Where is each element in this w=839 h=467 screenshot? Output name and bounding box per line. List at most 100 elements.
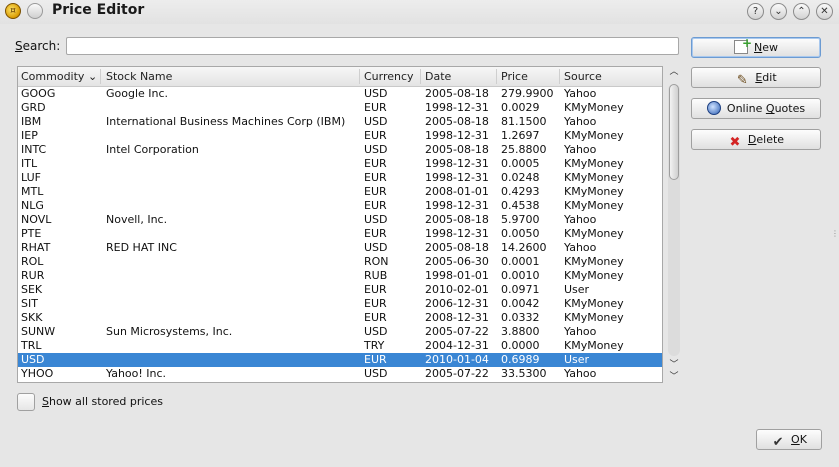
- cell-source: KMyMoney: [564, 255, 624, 268]
- vertical-scrollbar[interactable]: ︿ ﹀ ﹀: [667, 66, 681, 383]
- cell-source: KMyMoney: [564, 339, 624, 352]
- table-row[interactable]: SKK EUR 2008-12-31 0.0332 KMyMoney: [18, 311, 662, 325]
- maximize-button[interactable]: ⌃: [793, 3, 810, 20]
- app-icon[interactable]: ¤: [5, 3, 21, 19]
- column-header-commodity[interactable]: Commodity ⌄: [21, 70, 97, 83]
- cell-price: 0.0042: [501, 297, 540, 310]
- cell-currency: EUR: [364, 227, 387, 240]
- close-button[interactable]: ✕: [816, 3, 833, 20]
- online-quotes-button[interactable]: Online Quotes: [691, 98, 821, 119]
- ok-button[interactable]: ✔ OK: [756, 429, 822, 450]
- table-row[interactable]: NOVL Novell, Inc. USD 2005-08-18 5.9700 Yahoo: [18, 213, 662, 227]
- cell-price: 25.8800: [501, 143, 547, 156]
- cell-currency: RUB: [364, 269, 388, 282]
- cell-source: KMyMoney: [564, 227, 624, 240]
- cell-source: Yahoo: [564, 367, 597, 380]
- table-row[interactable]: ITL EUR 1998-12-31 0.0005 KMyMoney: [18, 157, 662, 171]
- cell-commodity: LUF: [21, 171, 41, 184]
- column-header-source[interactable]: Source: [564, 70, 602, 83]
- table-row[interactable]: TRL TRY 2004-12-31 0.0000 KMyMoney: [18, 339, 662, 353]
- cell-currency: EUR: [364, 311, 387, 324]
- price-table[interactable]: Commodity ⌄ Stock Name Currency Date Pri…: [17, 66, 663, 383]
- edit-button[interactable]: ✎ Edit: [691, 67, 821, 88]
- column-header-currency[interactable]: Currency: [364, 70, 414, 83]
- table-row[interactable]: RUR RUB 1998-01-01 0.0010 KMyMoney: [18, 269, 662, 283]
- cell-stock-name: Sun Microsystems, Inc.: [106, 325, 233, 338]
- cell-price: 0.0971: [501, 283, 540, 296]
- search-input[interactable]: [66, 37, 679, 55]
- table-header: Commodity ⌄ Stock Name Currency Date Pri…: [18, 67, 662, 87]
- cell-price: 0.4538: [501, 199, 540, 212]
- help-button[interactable]: ?: [747, 3, 764, 20]
- new-button[interactable]: New: [691, 34, 821, 58]
- table-row[interactable]: NLG EUR 1998-12-31 0.4538 KMyMoney: [18, 199, 662, 213]
- cell-commodity: IBM: [21, 115, 42, 128]
- cell-price: 0.0000: [501, 339, 540, 352]
- scroll-down-icon-2[interactable]: ﹀: [667, 371, 681, 383]
- table-row[interactable]: PTE EUR 1998-12-31 0.0050 KMyMoney: [18, 227, 662, 241]
- cell-commodity: TRL: [21, 339, 42, 352]
- table-row[interactable]: ROL RON 2005-06-30 0.0001 KMyMoney: [18, 255, 662, 269]
- resize-grip-icon[interactable]: ⋮: [831, 229, 839, 238]
- scroll-track[interactable]: [668, 84, 680, 356]
- table-body: GOOG Google Inc. USD 2005-08-18 279.9900 Yaho…: [18, 87, 662, 381]
- delete-button[interactable]: ✖ Delete: [691, 129, 821, 150]
- cell-commodity: ROL: [21, 255, 44, 268]
- table-row[interactable]: SUNW Sun Microsystems, Inc. USD 2005-07-22 3…: [18, 325, 662, 339]
- table-row[interactable]: YHOO Yahoo! Inc. USD 2005-07-22 33.5300 Yahoo: [18, 367, 662, 381]
- table-row[interactable]: GOOG Google Inc. USD 2005-08-18 279.9900 Yaho…: [18, 87, 662, 101]
- table-row[interactable]: RHAT RED HAT INC USD 2005-08-18 14.2600 Yahoo: [18, 241, 662, 255]
- column-header-stock-name[interactable]: Stock Name: [106, 70, 172, 83]
- table-row[interactable]: IEP EUR 1998-12-31 1.2697 KMyMoney: [18, 129, 662, 143]
- cell-source: KMyMoney: [564, 297, 624, 310]
- show-all-prices-label[interactable]: Show all stored prices: [42, 395, 163, 408]
- cell-currency: EUR: [364, 283, 387, 296]
- on-all-desktops-button[interactable]: [27, 3, 43, 19]
- cell-currency: EUR: [364, 101, 387, 114]
- column-header-date[interactable]: Date: [425, 70, 451, 83]
- cell-price: 1.2697: [501, 129, 540, 142]
- search-label: Search:: [15, 39, 61, 53]
- cell-commodity: NLG: [21, 199, 44, 212]
- cell-date: 1998-12-31: [425, 129, 489, 142]
- cell-source: KMyMoney: [564, 199, 624, 212]
- cell-date: 2010-02-01: [425, 283, 489, 296]
- cell-source: KMyMoney: [564, 269, 624, 282]
- column-header-price[interactable]: Price: [501, 70, 528, 83]
- table-row-selected[interactable]: USD EUR 2010-01-04 0.6989 User: [18, 353, 662, 367]
- cell-date: 1998-12-31: [425, 101, 489, 114]
- cell-currency: EUR: [364, 353, 387, 366]
- cell-currency: EUR: [364, 157, 387, 170]
- scroll-thumb[interactable]: [669, 84, 679, 180]
- cell-source: Yahoo: [564, 241, 597, 254]
- table-row[interactable]: GRD EUR 1998-12-31 0.0029 KMyMoney: [18, 101, 662, 115]
- cell-currency: USD: [364, 325, 388, 338]
- table-row[interactable]: IBM International Business Machines Corp …: [18, 115, 662, 129]
- scroll-up-icon[interactable]: ︿: [667, 66, 681, 78]
- table-row[interactable]: SEK EUR 2010-02-01 0.0971 User: [18, 283, 662, 297]
- show-all-prices-checkbox[interactable]: [17, 393, 35, 411]
- table-row[interactable]: LUF EUR 1998-12-31 0.0248 KMyMoney: [18, 171, 662, 185]
- cell-commodity: PTE: [21, 227, 42, 240]
- delete-x-icon: ✖: [729, 135, 741, 150]
- cell-commodity: RUR: [21, 269, 45, 282]
- cell-source: Yahoo: [564, 115, 597, 128]
- table-row[interactable]: SIT EUR 2006-12-31 0.0042 KMyMoney: [18, 297, 662, 311]
- cell-commodity: YHOO: [21, 367, 54, 380]
- cell-commodity: IEP: [21, 129, 38, 142]
- window-title: Price Editor: [52, 2, 145, 18]
- cell-currency: USD: [364, 87, 388, 100]
- cell-commodity: GOOG: [21, 87, 56, 100]
- cell-date: 2008-12-31: [425, 311, 489, 324]
- checkmark-icon: ✔: [772, 435, 784, 450]
- cell-date: 2005-06-30: [425, 255, 489, 268]
- cell-date: 2006-12-31: [425, 297, 489, 310]
- cell-currency: USD: [364, 213, 388, 226]
- cell-price: 5.9700: [501, 213, 540, 226]
- table-row[interactable]: INTC Intel Corporation USD 2005-08-18 25.880…: [18, 143, 662, 157]
- table-row[interactable]: MTL EUR 2008-01-01 0.4293 KMyMoney: [18, 185, 662, 199]
- scroll-down-icon[interactable]: ﹀: [667, 359, 681, 371]
- minimize-button[interactable]: ⌄: [770, 3, 787, 20]
- cell-source: Yahoo: [564, 87, 597, 100]
- cell-currency: EUR: [364, 171, 387, 184]
